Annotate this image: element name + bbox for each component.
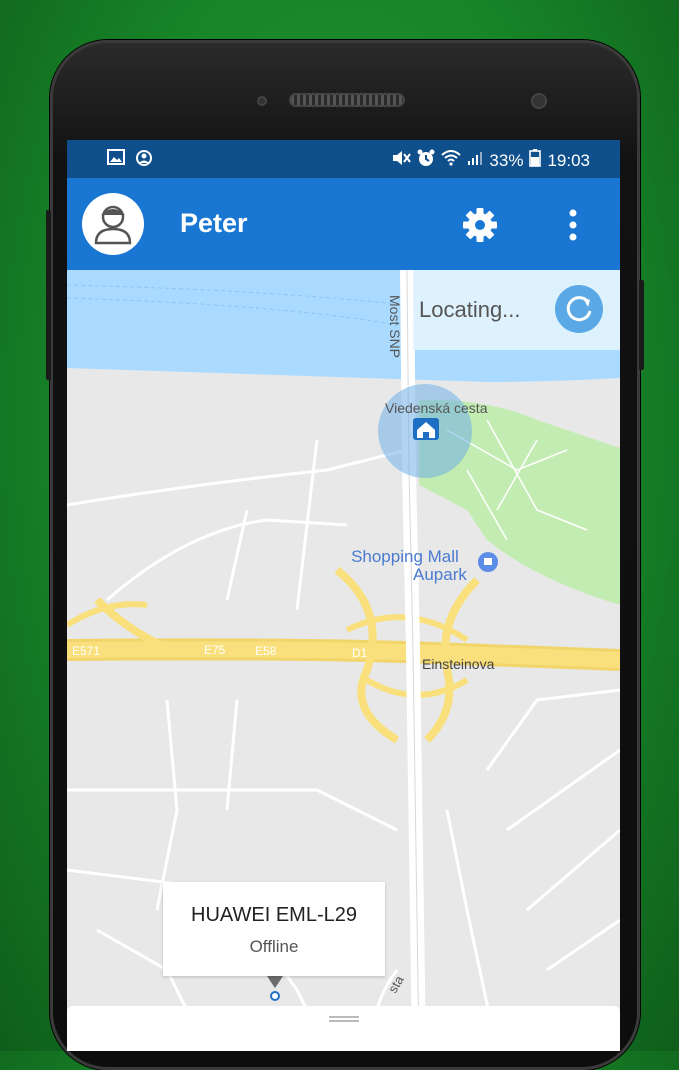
refresh-icon[interactable] (555, 285, 603, 333)
front-camera (531, 93, 547, 109)
battery-percent: 33% (489, 150, 524, 170)
settings-gear-icon[interactable] (462, 207, 498, 243)
signal-icon (467, 150, 483, 171)
alarm-icon (417, 149, 435, 172)
wifi-icon (441, 150, 462, 171)
earpiece-speaker (289, 93, 405, 107)
device-name: HUAWEI EML-L29 (191, 904, 357, 926)
map-label-street: Viedenská cesta (385, 400, 488, 416)
map-label-poi: Shopping Mall Aupark (343, 548, 467, 584)
map-label-bridge: Most SNP (387, 295, 403, 359)
gallery-icon (107, 149, 125, 172)
overflow-menu-icon[interactable] (567, 208, 579, 242)
avatar-icon (94, 205, 132, 245)
volume-button (46, 210, 51, 380)
map-label-d1: D1 (352, 646, 368, 660)
map-label-einsteinova: Einsteinova (422, 656, 495, 672)
page-title: Peter (180, 208, 248, 238)
app-bar: Peter (67, 178, 620, 270)
device-callout[interactable]: HUAWEI EML-L29 Offline (163, 882, 385, 976)
map-label-e75: E75 (204, 643, 226, 657)
bottom-sheet[interactable] (67, 1006, 620, 1051)
power-button (639, 280, 644, 370)
map-label-poi-line2: Aupark (413, 565, 467, 584)
mute-icon (391, 150, 412, 171)
map-label-e571: E571 (72, 644, 101, 658)
map-view[interactable]: Most SNP Viedenská cesta Shopping Mall A… (67, 269, 620, 1051)
clock-time: 19:03 (547, 150, 590, 170)
device-status: Offline (249, 937, 299, 956)
avatar[interactable] (82, 193, 144, 255)
phone-screen: 33% 19:03 Peter Most SNP Viedenská cesta… (67, 140, 620, 1051)
locating-label: Locating... (419, 297, 521, 322)
status-bar: 33% 19:03 (67, 140, 620, 178)
proximity-sensor (257, 96, 267, 106)
battery-icon (529, 149, 542, 172)
sheet-drag-handle[interactable] (329, 1016, 359, 1022)
map-label-e58: E58 (255, 644, 277, 658)
vpn-icon (135, 149, 153, 172)
map-label-poi-line1: Shopping Mall (351, 547, 459, 566)
